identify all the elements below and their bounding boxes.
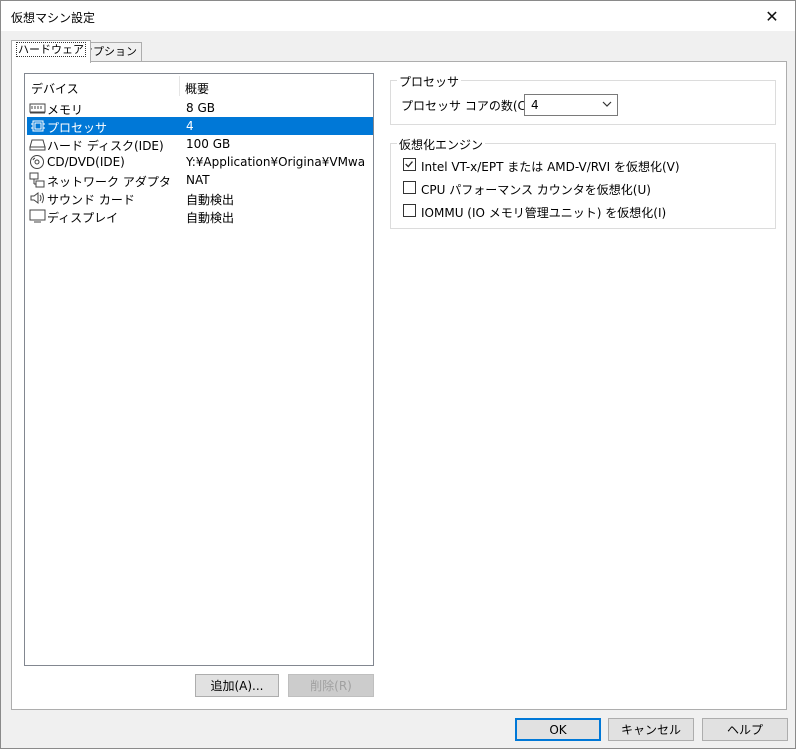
device-row-hard-disk[interactable]: ハード ディスク(IDE) 100 GB: [27, 135, 373, 153]
device-name: CD/DVD(IDE): [47, 155, 125, 169]
hard-disk-icon: [29, 139, 46, 151]
processor-cores-value: 4: [531, 98, 539, 112]
device-name: メモリ: [47, 103, 84, 117]
device-summary: 自動検出: [186, 211, 235, 225]
processor-group: プロセッサ プロセッサ コアの数(C): 4: [390, 73, 776, 125]
tab-hardware[interactable]: ハードウェア: [11, 40, 91, 63]
device-row-processor[interactable]: プロセッサ 4: [27, 117, 373, 135]
device-summary: 100 GB: [186, 137, 231, 151]
device-summary: 8 GB: [186, 101, 215, 115]
processor-cores-label: プロセッサ コアの数(C):: [401, 99, 535, 113]
hardware-tab-page: デバイス 概要 メモリ 8 GB プロセッサ 4 ハード ディスク(IDE) 1…: [11, 61, 787, 710]
checkmark-icon: [405, 161, 413, 168]
title-bar: 仮想マシン設定 ✕: [1, 1, 795, 31]
virtualize-cpu-counters-checkbox[interactable]: [403, 181, 416, 194]
speaker-icon: [30, 192, 44, 204]
device-summary: NAT: [186, 173, 210, 187]
virtualize-iommu-checkbox[interactable]: [403, 204, 416, 217]
remove-device-button[interactable]: 削除(R): [288, 674, 374, 697]
device-name: ハード ディスク(IDE): [47, 139, 164, 153]
column-header-device[interactable]: デバイス: [31, 80, 79, 97]
device-name: サウンド カード: [47, 193, 135, 207]
window-title: 仮想マシン設定: [11, 11, 96, 25]
virtualize-vtx-checkbox[interactable]: [403, 158, 416, 171]
settings-window: 仮想マシン設定 ✕ ハードウェア オプション デバイス 概要 メモリ 8 GB …: [0, 0, 796, 749]
memory-icon: [29, 103, 46, 114]
column-divider[interactable]: [179, 76, 180, 96]
processor-cores-select[interactable]: 4: [524, 94, 618, 116]
device-row-network-adapter[interactable]: ネットワーク アダプタ NAT: [27, 171, 373, 189]
device-summary: 4: [186, 119, 194, 133]
device-name: ディスプレイ: [47, 211, 119, 225]
cancel-button[interactable]: キャンセル: [608, 718, 694, 741]
device-row-cd-dvd[interactable]: CD/DVD(IDE) Y:¥Application¥Origina¥VMwar…: [27, 153, 373, 171]
virtualize-iommu-label[interactable]: IOMMU (IO メモリ管理ユニット) を仮想化(I): [421, 204, 666, 221]
column-header-summary[interactable]: 概要: [185, 80, 209, 97]
processor-icon: [31, 120, 45, 132]
chevron-down-icon: [602, 101, 612, 107]
close-button[interactable]: ✕: [749, 1, 795, 31]
virtualization-group-title: 仮想化エンジン: [397, 136, 486, 153]
device-summary: 自動検出: [186, 193, 235, 207]
device-row-sound-card[interactable]: サウンド カード 自動検出: [27, 189, 373, 207]
device-summary: Y:¥Application¥Origina¥VMwar...: [186, 155, 366, 169]
network-adapter-icon: [29, 172, 45, 188]
device-row-display[interactable]: ディスプレイ 自動検出: [27, 207, 373, 225]
ok-button[interactable]: OK: [515, 718, 601, 741]
help-button[interactable]: ヘルプ: [702, 718, 788, 741]
close-icon: ✕: [765, 6, 779, 26]
virtualize-cpu-counters-label[interactable]: CPU パフォーマンス カウンタを仮想化(U): [421, 181, 651, 198]
display-icon: [29, 209, 46, 223]
virtualization-group: 仮想化エンジン Intel VT-x/EPT または AMD-V/RVI を仮想…: [390, 136, 776, 229]
device-row-memory[interactable]: メモリ 8 GB: [27, 99, 373, 117]
device-list[interactable]: デバイス 概要 メモリ 8 GB プロセッサ 4 ハード ディスク(IDE) 1…: [24, 73, 374, 666]
device-name: プロセッサ: [47, 121, 108, 135]
add-device-button[interactable]: 追加(A)...: [195, 674, 279, 697]
virtualize-vtx-label[interactable]: Intel VT-x/EPT または AMD-V/RVI を仮想化(V): [421, 158, 680, 175]
processor-group-title: プロセッサ: [397, 73, 462, 90]
device-name: ネットワーク アダプタ: [47, 175, 171, 189]
list-header: デバイス 概要: [25, 74, 373, 98]
cd-dvd-icon: [30, 155, 44, 169]
tab-hardware-label: ハードウェア: [16, 42, 86, 57]
